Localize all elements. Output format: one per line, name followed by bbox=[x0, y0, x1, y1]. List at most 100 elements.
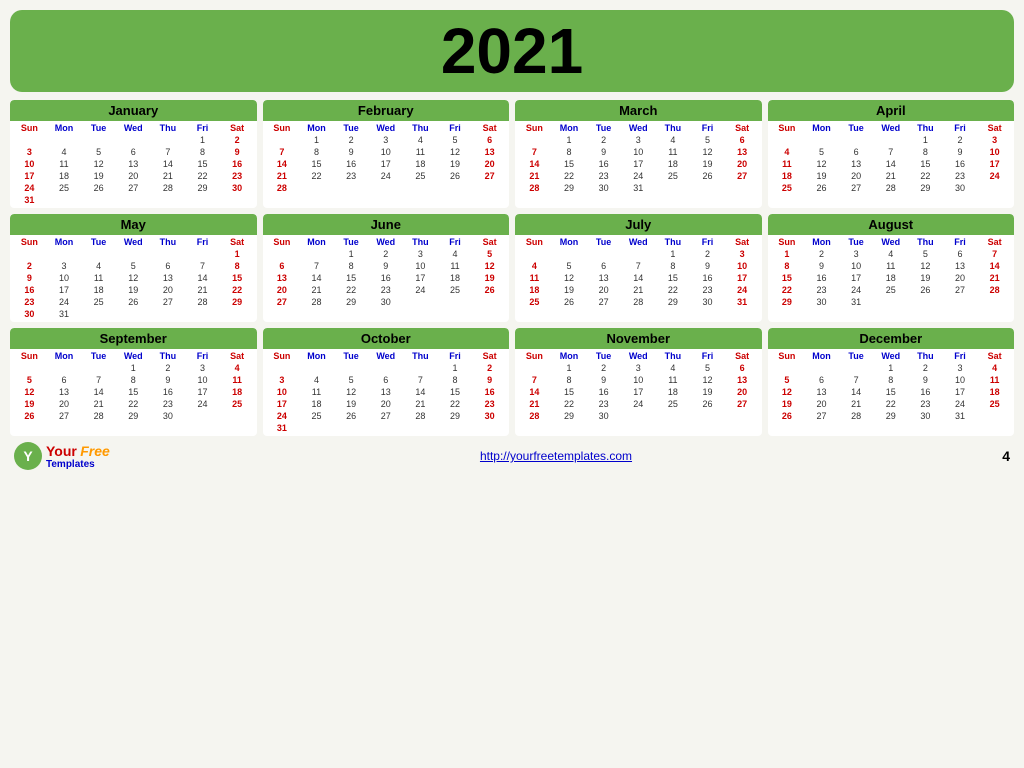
day-cell: 19 bbox=[908, 272, 943, 284]
day-cell: 7 bbox=[185, 260, 220, 272]
day-header-sat: Sat bbox=[977, 122, 1012, 134]
day-cell: 23 bbox=[151, 398, 186, 410]
day-cell: 12 bbox=[804, 158, 839, 170]
day-cell: 23 bbox=[690, 284, 725, 296]
day-cell: 13 bbox=[586, 272, 621, 284]
day-cell: 8 bbox=[552, 374, 587, 386]
day-header-fri: Fri bbox=[690, 122, 725, 134]
day-cell: 6 bbox=[368, 374, 403, 386]
day-cell: 24 bbox=[977, 170, 1012, 182]
day-cell: 11 bbox=[299, 386, 334, 398]
day-cell: 6 bbox=[725, 362, 760, 374]
day-empty bbox=[47, 134, 82, 146]
day-cell: 10 bbox=[265, 386, 300, 398]
day-empty bbox=[403, 362, 438, 374]
day-header-sun: Sun bbox=[12, 350, 47, 362]
day-cell: 3 bbox=[368, 134, 403, 146]
day-cell: 1 bbox=[908, 134, 943, 146]
day-cell: 28 bbox=[299, 296, 334, 308]
day-cell: 29 bbox=[873, 410, 908, 422]
day-cell: 16 bbox=[220, 158, 255, 170]
day-cell: 31 bbox=[943, 410, 978, 422]
day-headers: SunMonTueWedThuFriSat bbox=[263, 121, 510, 134]
day-cell: 3 bbox=[839, 248, 874, 260]
day-cell: 9 bbox=[220, 146, 255, 158]
day-cell: 16 bbox=[586, 158, 621, 170]
day-cell: 28 bbox=[839, 410, 874, 422]
day-cell: 5 bbox=[334, 374, 369, 386]
day-header-sun: Sun bbox=[770, 236, 805, 248]
day-header-sat: Sat bbox=[472, 236, 507, 248]
day-cell: 22 bbox=[220, 284, 255, 296]
day-cell: 30 bbox=[690, 296, 725, 308]
day-header-fri: Fri bbox=[438, 350, 473, 362]
day-cell: 28 bbox=[517, 182, 552, 194]
day-cell: 24 bbox=[725, 284, 760, 296]
day-cell: 17 bbox=[368, 158, 403, 170]
day-cell: 8 bbox=[770, 260, 805, 272]
day-header-wed: Wed bbox=[873, 236, 908, 248]
days-grid: 1234567891011121314151617181920212223242… bbox=[768, 134, 1015, 196]
day-cell: 21 bbox=[81, 398, 116, 410]
day-cell: 8 bbox=[220, 260, 255, 272]
day-cell: 31 bbox=[265, 422, 300, 434]
day-header-thu: Thu bbox=[151, 122, 186, 134]
day-cell: 23 bbox=[220, 170, 255, 182]
day-header-sun: Sun bbox=[517, 350, 552, 362]
day-header-sat: Sat bbox=[725, 236, 760, 248]
day-cell: 25 bbox=[299, 410, 334, 422]
day-header-sat: Sat bbox=[220, 236, 255, 248]
day-cell: 11 bbox=[47, 158, 82, 170]
day-cell: 10 bbox=[368, 146, 403, 158]
day-cell: 20 bbox=[472, 158, 507, 170]
day-cell: 14 bbox=[265, 158, 300, 170]
logo-free: Free bbox=[80, 443, 110, 459]
day-cell: 18 bbox=[438, 272, 473, 284]
day-empty bbox=[151, 134, 186, 146]
day-cell: 5 bbox=[81, 146, 116, 158]
day-empty bbox=[299, 362, 334, 374]
day-cell: 18 bbox=[770, 170, 805, 182]
day-cell: 12 bbox=[116, 272, 151, 284]
day-cell: 22 bbox=[552, 398, 587, 410]
day-cell: 2 bbox=[586, 134, 621, 146]
day-cell: 21 bbox=[517, 398, 552, 410]
footer-link[interactable]: http://yourfreetemplates.com bbox=[480, 449, 632, 463]
day-cell: 14 bbox=[839, 386, 874, 398]
day-cell: 3 bbox=[265, 374, 300, 386]
day-cell: 4 bbox=[438, 248, 473, 260]
day-cell: 25 bbox=[220, 398, 255, 410]
day-cell: 11 bbox=[873, 260, 908, 272]
day-cell: 9 bbox=[804, 260, 839, 272]
day-cell: 20 bbox=[47, 398, 82, 410]
day-cell: 23 bbox=[586, 398, 621, 410]
day-cell: 30 bbox=[804, 296, 839, 308]
days-grid: 1234567891011121314151617181920212223242… bbox=[263, 362, 510, 436]
day-cell: 24 bbox=[403, 284, 438, 296]
day-cell: 14 bbox=[977, 260, 1012, 272]
day-cell: 27 bbox=[725, 398, 760, 410]
days-grid: 1234567891011121314151617181920212223242… bbox=[515, 362, 762, 424]
month-block-march: MarchSunMonTueWedThuFriSat12345678910111… bbox=[515, 100, 762, 208]
day-cell: 17 bbox=[725, 272, 760, 284]
day-cell: 5 bbox=[116, 260, 151, 272]
day-cell: 1 bbox=[185, 134, 220, 146]
month-block-may: MaySunMonTueWedThuFriSat1234567891011121… bbox=[10, 214, 257, 322]
day-cell: 10 bbox=[621, 374, 656, 386]
day-empty bbox=[770, 134, 805, 146]
day-header-sun: Sun bbox=[265, 236, 300, 248]
day-empty bbox=[265, 362, 300, 374]
day-cell: 4 bbox=[656, 362, 691, 374]
day-headers: SunMonTueWedThuFriSat bbox=[10, 121, 257, 134]
day-cell: 27 bbox=[943, 284, 978, 296]
day-cell: 24 bbox=[943, 398, 978, 410]
day-empty bbox=[12, 362, 47, 374]
day-cell: 10 bbox=[185, 374, 220, 386]
footer: Y Your Free Templates http://yourfreetem… bbox=[10, 442, 1014, 470]
day-cell: 28 bbox=[185, 296, 220, 308]
day-cell: 29 bbox=[552, 182, 587, 194]
day-cell: 15 bbox=[116, 386, 151, 398]
day-cell: 4 bbox=[299, 374, 334, 386]
day-empty bbox=[621, 248, 656, 260]
day-cell: 12 bbox=[438, 146, 473, 158]
